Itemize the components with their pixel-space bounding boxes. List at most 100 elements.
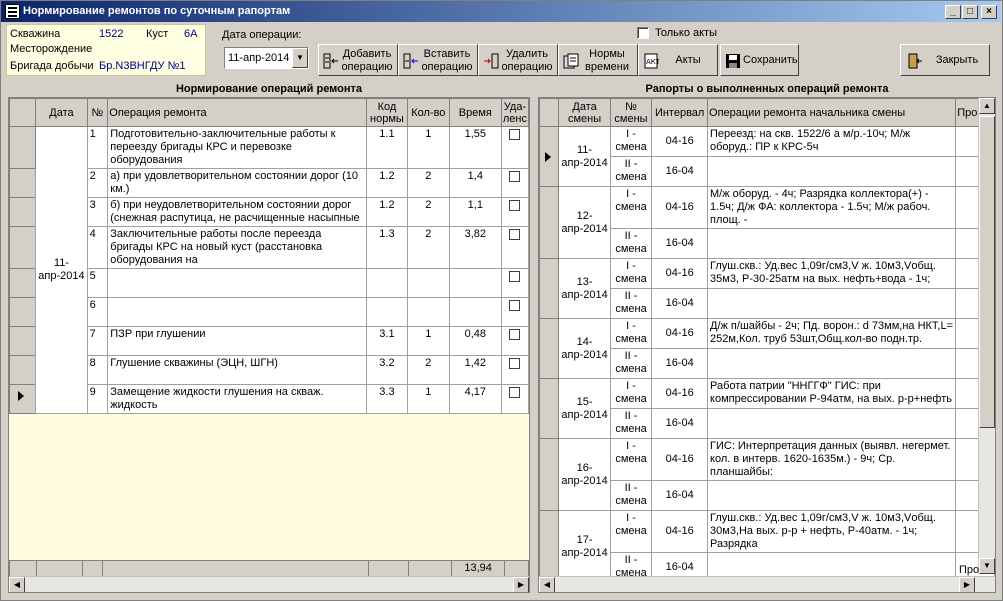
row-indicator[interactable] [9,355,37,385]
shift-date-cell[interactable]: 16-апр-2014 [558,438,611,511]
shift-operations-cell[interactable] [707,228,957,259]
shift-number-cell[interactable]: I - смена [609,126,653,157]
time-cell[interactable]: 1,4 [448,168,502,198]
shift-operations-cell[interactable]: М/ж оборуд. - 4ч; Разрядка коллектора(+)… [707,186,957,229]
number-cell[interactable]: 9 [86,384,109,414]
acts-button[interactable]: АКТ Акты [638,44,718,76]
operation-cell[interactable]: Замещение жидкости глушения на скваж. жи… [107,384,368,414]
shift-number-cell[interactable]: I - смена [609,318,653,349]
interval-cell[interactable]: 04-16 [651,378,709,409]
shift-date-cell[interactable]: 15-апр-2014 [558,378,611,439]
deleted-checkbox[interactable] [509,300,521,311]
table-row[interactable]: 3 б) при неудовлетворительном состоянии д… [9,197,529,227]
scroll-up-icon[interactable]: ▲ [979,98,995,114]
quantity-cell[interactable]: 2 [406,226,450,269]
table-row[interactable]: 14-апр-2014 I - смена 04-16 Д/ж п/шайбы - 2… [539,318,995,379]
scroll-down-icon[interactable]: ▼ [979,558,995,574]
deleted-checkbox-cell[interactable] [500,168,529,198]
close-window-button[interactable]: × [981,5,997,19]
interval-cell[interactable]: 16-04 [651,480,709,511]
table-row[interactable]: 2 а) при удовлетворительном состоянии дор… [9,168,529,198]
interval-cell[interactable]: 04-16 [651,186,709,229]
only-acts-checkbox[interactable] [637,27,649,39]
shift-operations-cell[interactable]: Д/ж п/шайбы - 2ч; Пд. ворон.: d 73мм,на … [707,318,957,349]
table-row[interactable]: 4 Заключительные работы после переезда бр… [9,226,529,269]
col-quantity[interactable]: Кол-во [406,98,450,127]
shift-operations-cell[interactable]: Глуш.скв.: Уд.вес 1,09г/см3,V ж. 10м3,Vо… [707,510,957,553]
shift-operations-cell[interactable]: Глуш.скв.: Уд.вес 1,09г/см3,V ж. 10м3,Vо… [707,258,957,289]
row-indicator[interactable] [9,197,37,227]
shift-operations-cell[interactable]: ГИС: Интерпретация данных (выявл. негерм… [707,438,957,481]
right-horizontal-scrollbar[interactable]: ◀ ▶ [539,576,995,592]
time-cell[interactable]: 0,48 [448,326,502,356]
deleted-checkbox[interactable] [509,129,521,140]
shift-operations-cell[interactable] [707,480,957,511]
col-shift-number[interactable]: № смены [609,98,653,127]
deleted-checkbox[interactable] [509,200,521,211]
shift-operations-cell[interactable]: Переезд: на скв. 1522/6 а м/р.-10ч; М/ж … [707,126,957,157]
operation-cell[interactable]: б) при неудовлетворительном состоянии до… [107,197,368,227]
table-row[interactable]: 5 [9,268,529,298]
table-row[interactable]: 12-апр-2014 I - смена 04-16 М/ж оборуд. - 4… [539,186,995,259]
col-interval[interactable]: Интервал [651,98,709,127]
col-time[interactable]: Время [448,98,502,127]
deleted-checkbox-cell[interactable] [500,126,529,169]
left-horizontal-scrollbar[interactable]: ◀ ▶ [9,576,529,592]
row-indicator[interactable] [539,258,560,319]
deleted-checkbox-cell[interactable] [500,297,529,327]
scroll-left-icon[interactable]: ◀ [539,577,555,592]
deleted-checkbox[interactable] [509,229,521,240]
shift-operations-cell[interactable] [707,156,957,187]
row-indicator[interactable] [539,126,560,187]
number-cell[interactable]: 5 [86,268,109,298]
table-row[interactable]: 11-апр-2014 I - смена 04-16 Переезд: на скв… [539,126,995,187]
date-cell[interactable]: 11-апр-2014 [35,126,88,414]
table-row[interactable]: 9 Замещение жидкости глушения на скваж. ж… [9,384,529,414]
col-norm-code[interactable]: Код нормы [366,98,408,127]
row-indicator[interactable] [9,326,37,356]
row-indicator[interactable] [9,168,37,198]
row-indicator[interactable] [9,126,37,169]
time-norms-button[interactable]: Нормы времени [558,44,638,76]
close-button[interactable]: Закрыть [900,44,990,76]
operation-cell[interactable]: Заключительные работы после переезда бри… [107,226,368,269]
time-cell[interactable]: 3,82 [448,226,502,269]
norm-code-cell[interactable]: 1.1 [366,126,408,169]
table-row[interactable]: 16-апр-2014 I - смена 04-16 ГИС: Интерпрета… [539,438,995,511]
col-deleted[interactable]: Уда-ленс [500,98,529,127]
time-cell[interactable]: 4,17 [448,384,502,414]
chevron-down-icon[interactable]: ▼ [292,48,308,68]
table-row[interactable]: 6 [9,297,529,327]
time-cell[interactable]: 1,42 [448,355,502,385]
deleted-checkbox[interactable] [509,358,521,369]
shift-number-cell[interactable]: II - смена [609,228,653,259]
norm-code-cell[interactable]: 1.2 [366,168,408,198]
row-indicator[interactable] [9,384,37,414]
shift-number-cell[interactable]: II - смена [609,480,653,511]
norm-code-cell[interactable] [366,268,408,298]
operation-cell[interactable]: Глушение скважины (ЭЦН, ШГН) [107,355,368,385]
table-row[interactable]: 7 ПЗР при глушении 3.1 1 0,48 [9,326,529,356]
add-operation-button[interactable]: Добавить операцию [318,44,398,76]
deleted-checkbox-cell[interactable] [500,226,529,269]
title-bar[interactable]: Нормирование ремонтов по суточным рапорт… [1,1,1001,22]
shift-operations-cell[interactable] [707,348,957,379]
insert-operation-button[interactable]: Вставить операцию [398,44,478,76]
shift-date-cell[interactable]: 14-апр-2014 [558,318,611,379]
quantity-cell[interactable] [406,268,450,298]
table-row[interactable]: 15-апр-2014 I - смена 04-16 Работа патрии … [539,378,995,439]
quantity-cell[interactable]: 2 [406,355,450,385]
interval-cell[interactable]: 16-04 [651,288,709,319]
operation-cell[interactable] [107,268,368,298]
interval-cell[interactable]: 04-16 [651,510,709,553]
col-number[interactable]: № [86,98,109,127]
deleted-checkbox[interactable] [509,329,521,340]
right-vertical-scrollbar[interactable]: ▲ ▼ [978,98,995,574]
row-indicator[interactable] [9,268,37,298]
time-cell[interactable] [448,268,502,298]
norm-code-cell[interactable]: 3.3 [366,384,408,414]
table-row[interactable]: 17-апр-2014 I - смена 04-16 Глуш.скв.: Уд.в… [539,510,995,583]
deleted-checkbox-cell[interactable] [500,326,529,356]
table-row[interactable]: 8 Глушение скважины (ЭЦН, ШГН) 3.2 2 1,42 [9,355,529,385]
row-indicator[interactable] [9,226,37,269]
